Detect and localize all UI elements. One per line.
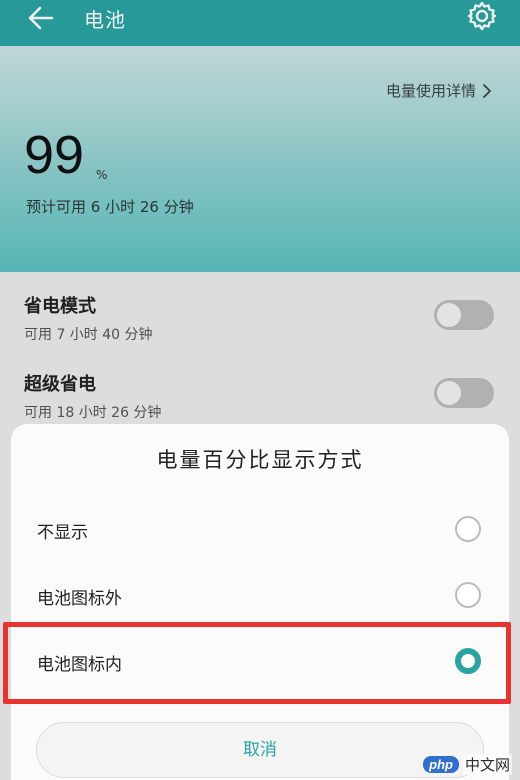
watermark-text: 中文网 — [462, 754, 512, 775]
cancel-button[interactable]: 取消 — [36, 722, 484, 778]
dialog-title: 电量百分比显示方式 — [156, 448, 364, 472]
watermark-logo: php — [423, 756, 459, 773]
option-outside-battery-icon[interactable]: 电池图标外 — [11, 564, 509, 630]
radio-unselected-icon[interactable] — [455, 582, 481, 608]
radio-unselected-icon[interactable] — [455, 516, 481, 542]
selected-option-highlight — [3, 622, 511, 704]
option-hidden[interactable]: 不显示 — [11, 498, 509, 564]
option-label: 不显示 — [37, 523, 88, 543]
site-watermark: php 中文网 — [423, 754, 512, 775]
option-label: 电池图标外 — [37, 589, 122, 609]
battery-settings-screen: 电池 电量使用详情 99 % 预计可用 6 小时 26 分钟 省电模式 可用 7… — [0, 0, 520, 780]
